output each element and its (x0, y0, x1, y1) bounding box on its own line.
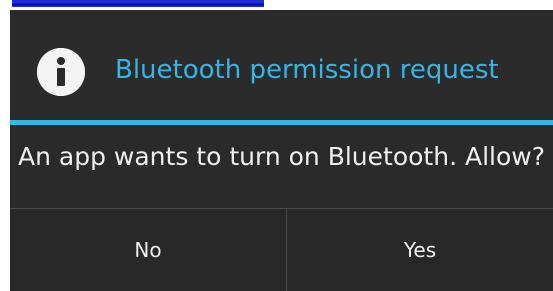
screen: Bluetooth permission request An app want… (0, 0, 553, 291)
dialog-button-row: No Yes (10, 208, 553, 291)
dialog-message: An app wants to turn on Bluetooth. Allow… (18, 142, 545, 171)
title-divider (10, 120, 553, 125)
dialog-title: Bluetooth permission request (115, 55, 499, 85)
info-icon (37, 48, 85, 96)
partial-link-strip (0, 0, 265, 8)
bluetooth-permission-dialog: Bluetooth permission request An app want… (10, 10, 553, 291)
no-button[interactable]: No (10, 209, 286, 291)
dialog-title-bar: Bluetooth permission request (10, 10, 553, 120)
yes-button[interactable]: Yes (287, 209, 553, 291)
